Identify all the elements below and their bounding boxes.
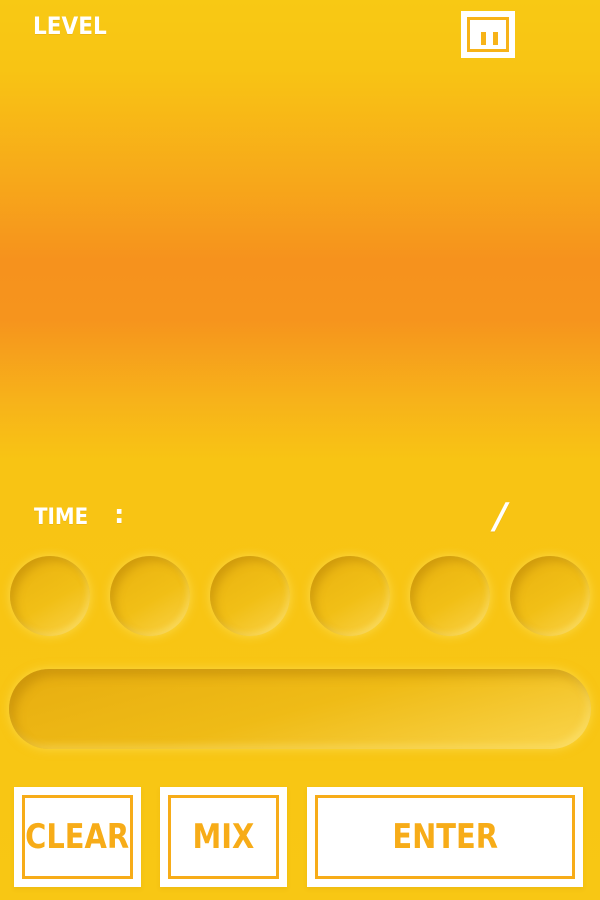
word-display-area	[0, 80, 600, 480]
clear-button[interactable]: CLEAR	[14, 787, 141, 887]
letter-slot[interactable]	[10, 556, 90, 636]
letter-slot[interactable]	[310, 556, 390, 636]
clear-button-label: CLEAR	[25, 817, 130, 857]
enter-button-label: ENTER	[392, 817, 498, 857]
letter-slot[interactable]	[510, 556, 590, 636]
letter-slot[interactable]	[110, 556, 190, 636]
time-separator: :	[114, 500, 125, 530]
time-label: TIME	[34, 505, 89, 530]
mix-button[interactable]: MIX	[160, 787, 287, 887]
pause-icon	[467, 17, 509, 52]
letter-slot[interactable]	[210, 556, 290, 636]
level-label: LEVEL	[33, 12, 107, 40]
letter-slot[interactable]	[410, 556, 490, 636]
mix-button-label: MIX	[192, 817, 255, 857]
pause-button[interactable]	[461, 11, 515, 58]
answer-bar[interactable]	[9, 669, 591, 749]
enter-button[interactable]: ENTER	[307, 787, 583, 887]
progress-separator: /	[494, 496, 508, 537]
